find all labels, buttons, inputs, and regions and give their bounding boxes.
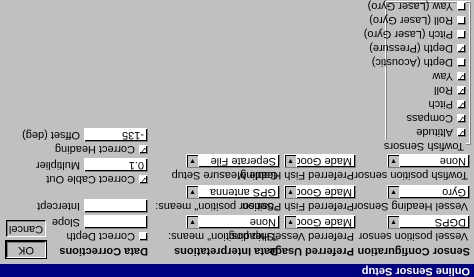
correct-cable-out-check-icon[interactable]: ✓	[139, 175, 148, 184]
correct-cable-out-checkbox[interactable]: ✓ Correct Cable Out	[46, 173, 148, 185]
towfish-sensor-compass-checkbox[interactable]: ✓ Compass	[388, 112, 466, 124]
towfish-position-select[interactable]: None ▼	[387, 154, 470, 168]
multiplier-input[interactable]: 0.1	[84, 158, 148, 172]
ok-button[interactable]: OK	[5, 240, 47, 259]
check-icon[interactable]: ✓	[457, 72, 466, 81]
check-icon[interactable]: ✓	[457, 114, 466, 123]
vessel-position-value: DGPS	[434, 216, 466, 228]
sensor-configuration-heading: Sensor Configuration	[357, 245, 470, 257]
intercept-label: Intercept	[37, 200, 80, 212]
towfish-sensor-label: Altitude	[416, 126, 453, 138]
ship-position-means-value: None	[249, 216, 276, 228]
intercept-input[interactable]	[84, 199, 148, 213]
check-icon[interactable]: ✓	[457, 86, 466, 95]
correct-heading-label: Correct Heading	[54, 143, 135, 155]
towfish-position-label: Towfish position sensor	[354, 169, 468, 181]
vessel-heading-label: Vessel Heading Sensor	[353, 200, 468, 212]
dropdown-arrow-icon[interactable]: ▼	[285, 155, 297, 167]
check-icon[interactable]: ✓	[457, 44, 466, 53]
window-titlebar[interactable]: Online Sensor Setup	[0, 264, 474, 277]
ship-position-means-select[interactable]: None ▼	[186, 215, 280, 229]
towfish-sensor-label: Depth (Acoustic)	[371, 56, 453, 68]
check-icon[interactable]	[457, 58, 466, 67]
multiplier-label: Multiplier	[35, 159, 80, 171]
data-corrections-heading: Data Corrections	[59, 245, 148, 257]
check-icon[interactable]: ✓	[457, 100, 466, 109]
preferred-vessel-heading-select[interactable]: Made Good ▼	[284, 215, 356, 229]
preferred-fish-heading-value: Made Good	[294, 155, 352, 167]
towfish-position-value: None	[439, 155, 466, 167]
sensor-position-means-label: "Sensor position" means:	[155, 200, 278, 212]
dropdown-arrow-icon[interactable]: ▼	[388, 155, 400, 167]
check-icon[interactable]	[457, 16, 466, 25]
correct-cable-out-label: Correct Cable Out	[46, 173, 135, 185]
offset-label: Offset (deg)	[22, 129, 80, 141]
dropdown-arrow-icon[interactable]: ▼	[388, 216, 400, 228]
towfish-sensor-depth-pressure-checkbox[interactable]: ✓ Depth (Pressure)	[369, 42, 466, 54]
towfish-sensor-depth-acoustic-checkbox[interactable]: Depth (Acoustic)	[372, 56, 466, 68]
check-icon[interactable]: ✓	[457, 128, 466, 137]
towfish-sensor-label: Yaw (Laser Gyro)	[367, 0, 453, 12]
preferred-usage-heading: Preferred Usage	[269, 245, 354, 257]
sensor-position-means-select[interactable]: GPS antenna ▼	[186, 185, 280, 199]
towfish-sensor-pitch-laser-gyro-checkbox[interactable]: Pitch (Laser Gyro)	[364, 28, 466, 40]
correct-depth-check-icon[interactable]	[139, 232, 148, 241]
dropdown-arrow-icon[interactable]: ▼	[187, 216, 199, 228]
towfish-sensor-roll-checkbox[interactable]: ✓ Roll	[388, 84, 466, 96]
correct-heading-checkbox[interactable]: ✓ Correct Heading	[48, 143, 148, 155]
vessel-position-label: Vessel position sensor	[358, 230, 468, 242]
sensor-position-means-value: GPS antenna	[209, 186, 276, 198]
preferred-fish-position-select[interactable]: Made Good ▼	[284, 185, 356, 199]
online-sensor-setup-dialog: Online Sensor Setup Sensor Configuration…	[0, 0, 474, 277]
correct-depth-checkbox[interactable]: Correct Depth	[66, 230, 148, 242]
preferred-fish-position-value: Made Good	[294, 186, 352, 198]
vessel-position-select[interactable]: DGPS ▼	[387, 215, 470, 229]
slope-label: Slope	[51, 216, 80, 228]
dropdown-arrow-icon[interactable]: ▼	[388, 186, 400, 198]
towfish-sensor-label: Depth (Pressure)	[369, 42, 453, 54]
vessel-heading-value: Gyro	[442, 186, 466, 198]
towfish-sensor-yaw-checkbox[interactable]: ✓ Yaw	[388, 70, 466, 82]
towfish-sensor-label: Pitch	[428, 98, 453, 110]
check-icon[interactable]	[457, 2, 466, 11]
towfish-sensor-label: Pitch (Laser Gyro)	[363, 28, 453, 40]
towfish-sensor-roll-laser-gyro-checkbox[interactable]: Roll (Laser Gyro)	[369, 14, 466, 26]
towfish-sensor-label: Yaw	[432, 70, 453, 82]
vessel-heading-select[interactable]: Gyro ▼	[387, 185, 470, 199]
data-interpretations-heading: Data Interpretations	[174, 245, 278, 257]
window-title: Online Sensor Setup	[361, 265, 470, 277]
towfish-sensors-title: Towfish Sensors	[381, 140, 466, 152]
check-icon[interactable]	[457, 30, 466, 39]
offset-input[interactable]: -135	[84, 128, 148, 142]
preferred-fish-heading-select[interactable]: Made Good ▼	[284, 154, 356, 168]
dropdown-arrow-icon[interactable]: ▼	[285, 216, 297, 228]
dropdown-arrow-icon[interactable]: ▼	[285, 186, 297, 198]
towfish-sensor-label: Roll	[434, 84, 453, 96]
cable-measure-setup-select[interactable]: Seperate File ▼	[186, 154, 280, 168]
slope-input[interactable]	[84, 215, 148, 229]
cable-measure-setup-label: Cable Measure Setup	[171, 169, 278, 181]
towfish-sensor-pitch-checkbox[interactable]: ✓ Pitch	[388, 98, 466, 110]
towfish-sensor-yaw-laser-gyro-checkbox[interactable]: Yaw (Laser Gyro)	[368, 0, 466, 12]
ship-position-means-label: "Ship position" means:	[168, 230, 278, 242]
cable-measure-setup-value: Seperate File	[210, 155, 276, 167]
cancel-button[interactable]: Cancel	[6, 220, 46, 237]
correct-heading-check-icon[interactable]: ✓	[139, 145, 148, 154]
towfish-sensor-altitude-checkbox[interactable]: ✓ Altitude	[388, 126, 466, 138]
towfish-sensor-label: Roll (Laser Gyro)	[369, 14, 453, 26]
dropdown-arrow-icon[interactable]: ▼	[187, 155, 199, 167]
dropdown-arrow-icon[interactable]: ▼	[187, 186, 199, 198]
correct-depth-label: Correct Depth	[66, 230, 135, 242]
towfish-sensor-label: Compass	[406, 112, 453, 124]
preferred-vessel-heading-value: Made Good	[294, 216, 352, 228]
